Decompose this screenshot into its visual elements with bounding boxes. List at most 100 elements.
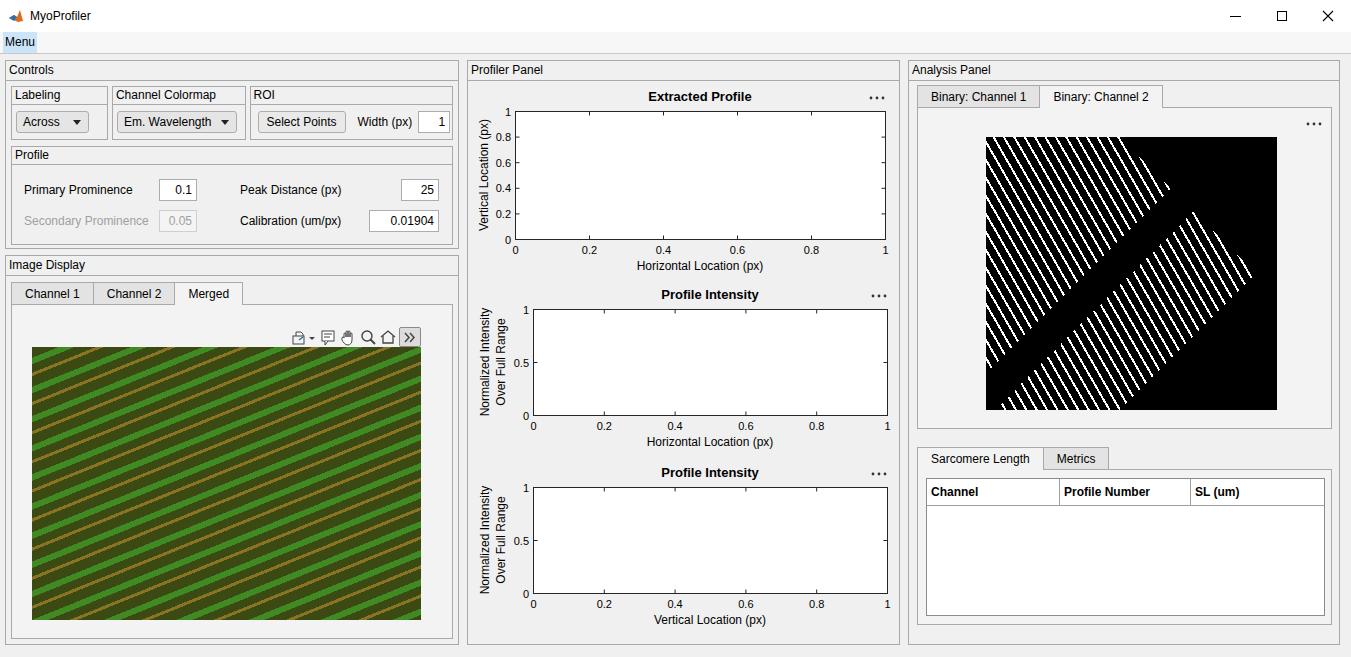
y-tick-label: 0.8: [496, 131, 511, 143]
left-column: Controls LabelingAcross Channel Colormap Em…: [5, 60, 459, 645]
profile-chart: Profile Intensity00.20.40.60.8100.51Hori…: [468, 276, 899, 454]
profiler-body: Extracted Profile 0 0.2 0.4 0.6 0.8 1 0 0.2 0.4 0.…: [468, 81, 899, 644]
x-tick-label: 0.8: [809, 598, 824, 610]
field-input: [159, 210, 197, 232]
profile-panel: Profile Primary Prominence Peak Distance (…: [11, 146, 453, 245]
x-tick-label: 0.4: [667, 598, 682, 610]
x-tick-label: 0.2: [597, 598, 612, 610]
maximize-button[interactable]: [1259, 0, 1305, 32]
labeling-dropdown[interactable]: Across: [16, 111, 89, 133]
x-tick-label: 0.2: [582, 244, 597, 256]
close-icon: [1320, 8, 1336, 24]
profile-field: Secondary Prominence: [24, 210, 197, 232]
datatip-button[interactable]: [319, 327, 337, 347]
colormap-dropdown[interactable]: Em. Wavelength: [117, 111, 237, 133]
home-icon: [379, 328, 397, 346]
x-tick-label: 1: [882, 244, 888, 256]
image-tab-content: [11, 304, 453, 639]
profile-field: Peak Distance (px): [240, 179, 439, 201]
roi-panel: ROISelect PointsWidth (px): [250, 86, 454, 140]
column-header[interactable]: Profile Number: [1060, 479, 1191, 505]
controls-panel-title: Controls: [6, 61, 458, 81]
tab[interactable]: Channel 1: [11, 282, 94, 304]
axes-toolbar: [32, 327, 421, 347]
profiler-panel: Profiler PanelExtracted Profile00.20.40.…: [467, 60, 900, 645]
x-tick-label: 0.8: [804, 244, 819, 256]
y-tick-label: 0: [505, 234, 511, 246]
roi-body: Select Points Width (px): [251, 105, 453, 139]
column-header[interactable]: SL (um): [1191, 479, 1324, 505]
x-axis-label: Horizontal Location (px): [647, 435, 774, 449]
tab[interactable]: Metrics: [1043, 447, 1110, 469]
field-input[interactable]: [401, 179, 439, 201]
colormap-body: Em. Wavelength: [113, 105, 245, 139]
home-button[interactable]: [379, 327, 397, 347]
x-tick-label: 1: [884, 420, 890, 432]
merged-image: [32, 347, 421, 620]
profile-panel-title: Profile: [12, 147, 452, 165]
results-tab-content: ChannelProfile NumberSL (um): [917, 469, 1332, 625]
title-bar: MyoProfiler: [0, 0, 1351, 32]
export-button[interactable]: [291, 327, 317, 347]
tab[interactable]: Binary: Channel 2: [1039, 85, 1162, 108]
field-label: Secondary Prominence: [24, 212, 149, 230]
tab[interactable]: Sarcomere Length: [917, 447, 1044, 470]
x-tick-label: 0.4: [656, 244, 671, 256]
profile-chart: Profile Intensity00.20.40.60.8100.51Vert…: [468, 454, 899, 632]
field-label: Peak Distance (px): [240, 181, 341, 199]
x-tick-label: 0: [530, 420, 536, 432]
more-options-icon[interactable]: [1306, 118, 1322, 130]
width-label: Width (px): [358, 113, 413, 131]
chevrons-icon: [400, 328, 420, 346]
tab[interactable]: Merged: [174, 282, 243, 305]
field-input[interactable]: [159, 179, 197, 201]
width-input[interactable]: [418, 111, 450, 133]
window-controls: [1213, 0, 1351, 32]
analysis-body: Binary: Channel 1Binary: Channel 2 Sarcom…: [909, 81, 1339, 625]
pan-button[interactable]: [339, 327, 357, 347]
minimize-button[interactable]: [1213, 0, 1259, 32]
table-body: [927, 506, 1324, 615]
x-tick-label: 0.6: [738, 598, 753, 610]
chart-title: Extracted Profile: [648, 89, 751, 104]
zoom-button[interactable]: [359, 327, 377, 347]
labeling-dropdown-value: Across: [23, 115, 60, 129]
x-axis-label: Vertical Location (px): [654, 613, 766, 627]
colormap-panel-title: Channel Colormap: [113, 87, 245, 105]
dropdown-arrow-icon: [73, 120, 81, 125]
y-axis-label: Vertical Location (px): [477, 119, 491, 231]
y-tick-label: 0.5: [514, 535, 529, 547]
chart-title: Profile Intensity: [661, 465, 759, 480]
field-input[interactable]: [369, 210, 439, 232]
y-tick-label: 1: [523, 482, 529, 494]
menu-item[interactable]: Menu: [3, 32, 37, 53]
labeling-panel: LabelingAcross: [11, 86, 108, 140]
close-button[interactable]: [1305, 0, 1351, 32]
image-wrap: [32, 327, 421, 620]
collapse-toolbar-button[interactable]: [399, 327, 421, 347]
dropdown-arrow-icon: [221, 120, 229, 125]
tab[interactable]: Binary: Channel 1: [917, 85, 1040, 107]
plot-area[interactable]: [534, 310, 888, 416]
maximize-icon: [1274, 8, 1290, 24]
column-header[interactable]: Channel: [927, 479, 1060, 505]
labeling-body: Across: [12, 105, 107, 139]
profile-fields: Primary Prominence Peak Distance (px) Seco…: [12, 165, 452, 232]
window-title: MyoProfiler: [30, 7, 91, 25]
binary-toolbar: [918, 118, 1331, 130]
plot-area[interactable]: [516, 112, 886, 240]
export-icon: [291, 328, 317, 346]
y-tick-label: 0.2: [496, 208, 511, 220]
controls-row: LabelingAcross Channel Colormap Em. Wavele…: [6, 81, 458, 140]
more-options-icon[interactable]: [870, 97, 885, 100]
binary-image: [986, 137, 1277, 410]
more-options-icon[interactable]: [872, 295, 887, 298]
plot-area[interactable]: [534, 488, 888, 594]
result-tabs-strip: Sarcomere LengthMetrics: [917, 447, 1332, 469]
tab[interactable]: Channel 2: [93, 282, 176, 304]
more-options-icon[interactable]: [872, 473, 887, 476]
x-tick-label: 0: [512, 244, 518, 256]
select-points-button[interactable]: Select Points: [258, 111, 346, 133]
field-label: Primary Prominence: [24, 181, 133, 199]
menu-bar: Menu: [0, 32, 1351, 54]
